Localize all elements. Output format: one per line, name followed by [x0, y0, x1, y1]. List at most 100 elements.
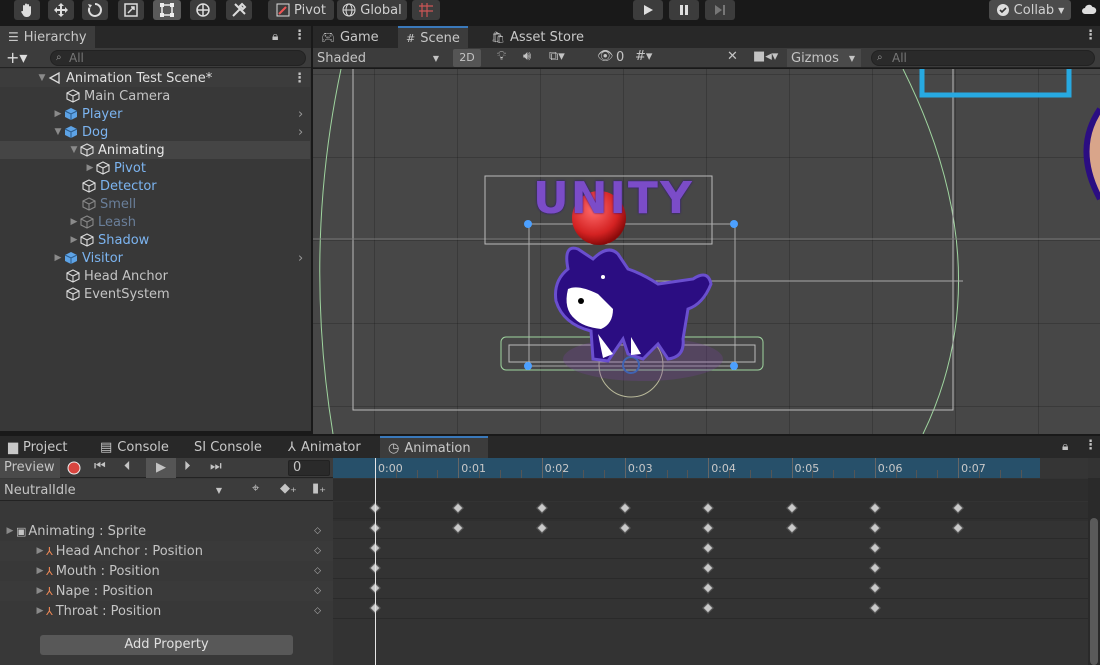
more-icon[interactable]: ⋮: [1084, 28, 1097, 43]
keyframe[interactable]: [869, 542, 881, 554]
lock-icon[interactable]: 🔒︎: [272, 29, 278, 44]
keyframe[interactable]: [452, 522, 464, 534]
hierarchy-search-input[interactable]: ⌕ All: [50, 50, 306, 66]
timeline-area[interactable]: 0:000:010:020:030:040:050:060:070:08: [333, 458, 1100, 665]
scale-tool-button[interactable]: [118, 0, 144, 20]
collab-button[interactable]: Collab ▼: [989, 0, 1071, 20]
collapsed-arrow-icon[interactable]: ▶: [68, 217, 80, 227]
keyframe[interactable]: [869, 522, 881, 534]
step-button[interactable]: [705, 0, 735, 20]
hierarchy-item-pivot[interactable]: ▶ Pivot: [0, 159, 310, 177]
preview-toggle[interactable]: Preview: [0, 458, 60, 478]
first-frame-icon[interactable]: ⏮︎: [94, 459, 106, 474]
next-frame-icon[interactable]: ⏵︎: [184, 459, 191, 474]
hierarchy-item-smell[interactable]: Smell: [0, 195, 310, 213]
keyframe-diamond-icon[interactable]: ◇: [314, 586, 321, 596]
add-property-button[interactable]: Add Property: [40, 635, 293, 655]
tab-scene[interactable]: # Scene: [398, 26, 468, 48]
hierarchy-item-head-anchor[interactable]: Head Anchor: [0, 267, 310, 285]
keyframe[interactable]: [702, 582, 714, 594]
pause-button[interactable]: [669, 0, 699, 20]
tab-asset-store[interactable]: 🛍︎ Asset Store: [483, 26, 592, 48]
keyframe[interactable]: [702, 522, 714, 534]
expand-arrow-icon[interactable]: ▼: [36, 73, 48, 83]
chevron-right-icon[interactable]: ›: [298, 251, 303, 266]
property-row-head-anchor[interactable]: ▶ ⅄ Head Anchor : Position ◇: [0, 541, 333, 561]
tab-console[interactable]: ▤ Console: [92, 436, 177, 458]
chevron-right-icon[interactable]: ›: [298, 107, 303, 122]
mode-2d-toggle[interactable]: 2D: [453, 49, 481, 67]
keyframe[interactable]: [702, 562, 714, 574]
global-toggle[interactable]: Global: [337, 0, 407, 20]
keyframe-target-icon[interactable]: ⌖: [252, 481, 259, 496]
camera-icon[interactable]: ■◂▾: [753, 49, 778, 64]
hand-tool-button[interactable]: [14, 0, 40, 20]
hierarchy-item-visitor[interactable]: ▶ Visitor ›: [0, 249, 310, 267]
pivot-toggle[interactable]: Pivot: [268, 0, 334, 20]
keyframe[interactable]: [702, 542, 714, 554]
add-event-icon[interactable]: ▮₊: [312, 481, 326, 496]
playhead[interactable]: [375, 458, 376, 665]
more-icon[interactable]: ⋮: [293, 28, 306, 43]
collapsed-arrow-icon[interactable]: ▶: [68, 235, 80, 245]
rect-tool-button[interactable]: [153, 0, 181, 20]
play-button[interactable]: [633, 0, 663, 20]
collapsed-arrow-icon[interactable]: ▶: [34, 606, 46, 616]
audio-icon[interactable]: 🔊︎: [523, 49, 531, 64]
scene-menu-icon[interactable]: ⋮: [293, 71, 306, 86]
keyframe[interactable]: [702, 602, 714, 614]
tab-game[interactable]: 🎮︎ Game: [313, 26, 387, 48]
collapsed-arrow-icon[interactable]: ▶: [52, 253, 64, 263]
collapsed-arrow-icon[interactable]: ▶: [34, 546, 46, 556]
tab-si-console[interactable]: SI Console: [186, 436, 270, 458]
hierarchy-item-animating[interactable]: ▼ Animating: [0, 141, 310, 159]
visibility-icon[interactable]: 👁︎: [597, 49, 614, 64]
gizmos-dropdown[interactable]: Gizmos ▼: [787, 49, 861, 67]
prev-frame-icon[interactable]: ⏴︎: [124, 459, 131, 474]
keyframe[interactable]: [619, 522, 631, 534]
scene-viewport[interactable]: UNITY: [313, 69, 1100, 434]
create-button[interactable]: +▾: [6, 48, 27, 67]
lock-icon[interactable]: 🔒︎: [1062, 439, 1068, 454]
shading-mode-dropdown[interactable]: Shaded ▼: [317, 49, 443, 67]
hierarchy-item-leash[interactable]: ▶ Leash: [0, 213, 310, 231]
lighting-icon[interactable]: 💡︎: [497, 49, 506, 64]
record-button[interactable]: [66, 460, 84, 476]
collapsed-arrow-icon[interactable]: ▶: [52, 109, 64, 119]
scrollbar-thumb[interactable]: [1090, 518, 1098, 665]
keyframe[interactable]: [869, 562, 881, 574]
hierarchy-item-dog[interactable]: ▼ Dog ›: [0, 123, 310, 141]
scene-search-input[interactable]: ⌕ All: [871, 50, 1095, 66]
move-tool-button[interactable]: [48, 0, 74, 20]
tab-hierarchy[interactable]: ☰ Hierarchy: [0, 26, 95, 48]
property-row-throat[interactable]: ▶ ⅄ Throat : Position ◇: [0, 601, 333, 621]
hierarchy-item-eventsystem[interactable]: EventSystem: [0, 285, 310, 303]
cloud-button[interactable]: [1078, 0, 1100, 20]
frame-input[interactable]: 0: [288, 460, 330, 476]
scene-root-row[interactable]: ▼ Animation Test Scene* ⋮: [0, 69, 310, 87]
keyframe[interactable]: [952, 522, 964, 534]
expand-arrow-icon[interactable]: ▼: [52, 127, 64, 137]
collapsed-arrow-icon[interactable]: ▶: [34, 586, 46, 596]
property-row-animating-sprite[interactable]: ▶ ▣ Animating : Sprite ◇: [0, 521, 333, 541]
transform-tool-button[interactable]: [190, 0, 216, 20]
keyframe[interactable]: [535, 522, 548, 534]
play-animation-button[interactable]: ▶: [146, 458, 176, 478]
rotate-tool-button[interactable]: [82, 0, 108, 20]
keyframe[interactable]: [869, 602, 881, 614]
tab-project[interactable]: ▆ Project: [0, 436, 75, 458]
more-icon[interactable]: ⋮: [1084, 438, 1097, 453]
expand-arrow-icon[interactable]: ▼: [68, 145, 80, 155]
hierarchy-item-shadow[interactable]: ▶ Shadow: [0, 231, 310, 249]
keyframe-diamond-icon[interactable]: ◇: [314, 566, 321, 576]
grid-toggle-icon[interactable]: #▾: [635, 49, 652, 64]
hierarchy-item-player[interactable]: ▶ Player ›: [0, 105, 310, 123]
keyframe[interactable]: [785, 522, 798, 534]
property-row-mouth[interactable]: ▶ ⅄ Mouth : Position ◇: [0, 561, 333, 581]
keyframe-diamond-icon[interactable]: ◇: [314, 546, 321, 556]
add-keyframe-icon[interactable]: ◆₊: [280, 481, 297, 496]
effects-icon[interactable]: ⧉▾: [549, 49, 565, 64]
timeline-scrollbar[interactable]: [1088, 478, 1100, 665]
tools-icon[interactable]: ✕: [727, 49, 738, 64]
keyframe[interactable]: [869, 582, 881, 594]
